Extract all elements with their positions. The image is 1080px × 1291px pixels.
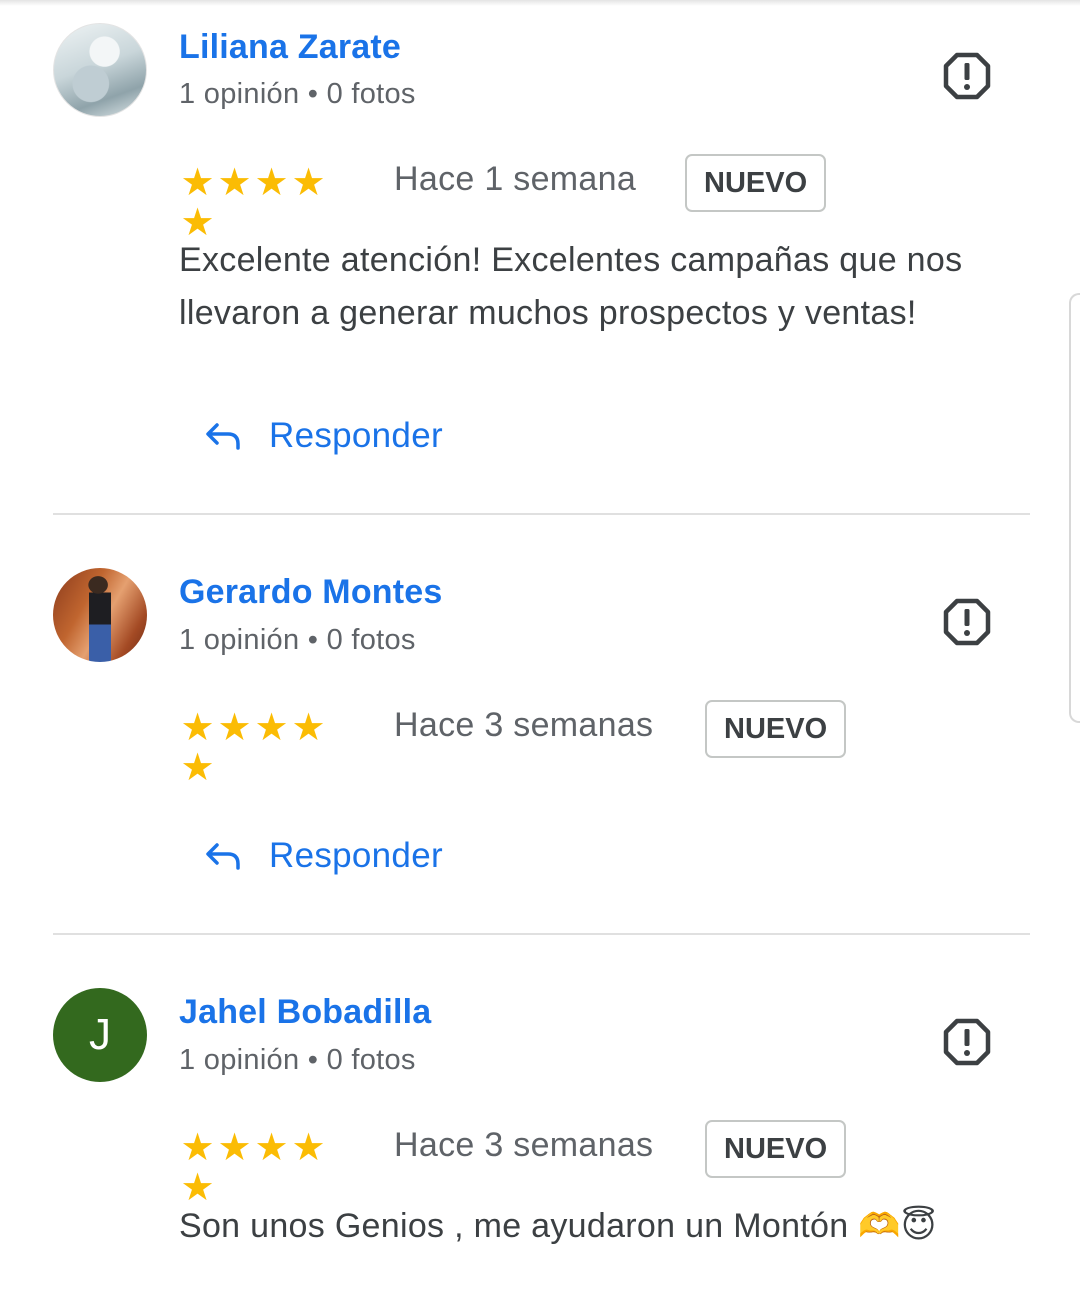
review-text: Son unos Genios , me ayudaron un Montón … (179, 1207, 937, 1245)
star-icon: ★ (180, 1125, 215, 1169)
reviewer-name[interactable]: Liliana Zarate (179, 28, 401, 67)
reviewer-meta: 1 opinión • 0 fotos (179, 78, 416, 110)
avatar[interactable]: J (53, 988, 147, 1082)
new-badge: NUEVO (685, 154, 827, 212)
reply-label: Responder (269, 416, 443, 455)
review-time: Hace 3 semanas (394, 706, 654, 744)
star-icon: ★ (291, 705, 326, 749)
reviewer-name[interactable]: Gerardo Montes (179, 573, 443, 612)
new-badge: NUEVO (705, 700, 847, 758)
star-icon: ★ (217, 1125, 252, 1169)
star-rating: ★★★★★ (179, 1125, 363, 1207)
star-icon: ★ (217, 705, 252, 749)
star-icon: ★ (254, 160, 289, 204)
star-icon: ★ (180, 705, 215, 749)
star-icon: ★ (291, 160, 326, 204)
avatar[interactable] (53, 568, 147, 662)
avatar[interactable] (53, 23, 147, 117)
star-icon: ★ (180, 745, 215, 789)
new-badge: NUEVO (705, 1120, 847, 1178)
reply-button[interactable]: Responder (203, 411, 443, 461)
report-icon[interactable] (942, 51, 992, 101)
reviewer-meta: 1 opinión • 0 fotos (179, 624, 416, 656)
report-icon[interactable] (942, 1017, 992, 1067)
review-text: Excelente atención! Excelentes campañas … (179, 241, 963, 332)
star-icon: ★ (254, 705, 289, 749)
star-icon: ★ (180, 160, 215, 204)
reply-button[interactable]: Responder (203, 831, 443, 881)
review-time: Hace 3 semanas (394, 1126, 654, 1164)
reviewer-name[interactable]: Jahel Bobadilla (179, 993, 431, 1032)
divider (53, 933, 1030, 935)
reply-label: Responder (269, 836, 443, 875)
report-icon[interactable] (942, 597, 992, 647)
star-icon: ★ (217, 160, 252, 204)
top-shadow (0, 0, 1080, 6)
divider (53, 513, 1030, 515)
scrollbar[interactable] (1069, 293, 1080, 723)
reply-arrow-icon (206, 843, 240, 870)
review-time: Hace 1 semana (394, 160, 637, 198)
star-rating: ★★★★★ (179, 160, 363, 242)
reply-arrow-icon (206, 423, 240, 450)
star-icon: ★ (254, 1125, 289, 1169)
star-rating: ★★★★★ (179, 705, 363, 787)
reviewer-meta: 1 opinión • 0 fotos (179, 1044, 416, 1076)
star-icon: ★ (291, 1125, 326, 1169)
